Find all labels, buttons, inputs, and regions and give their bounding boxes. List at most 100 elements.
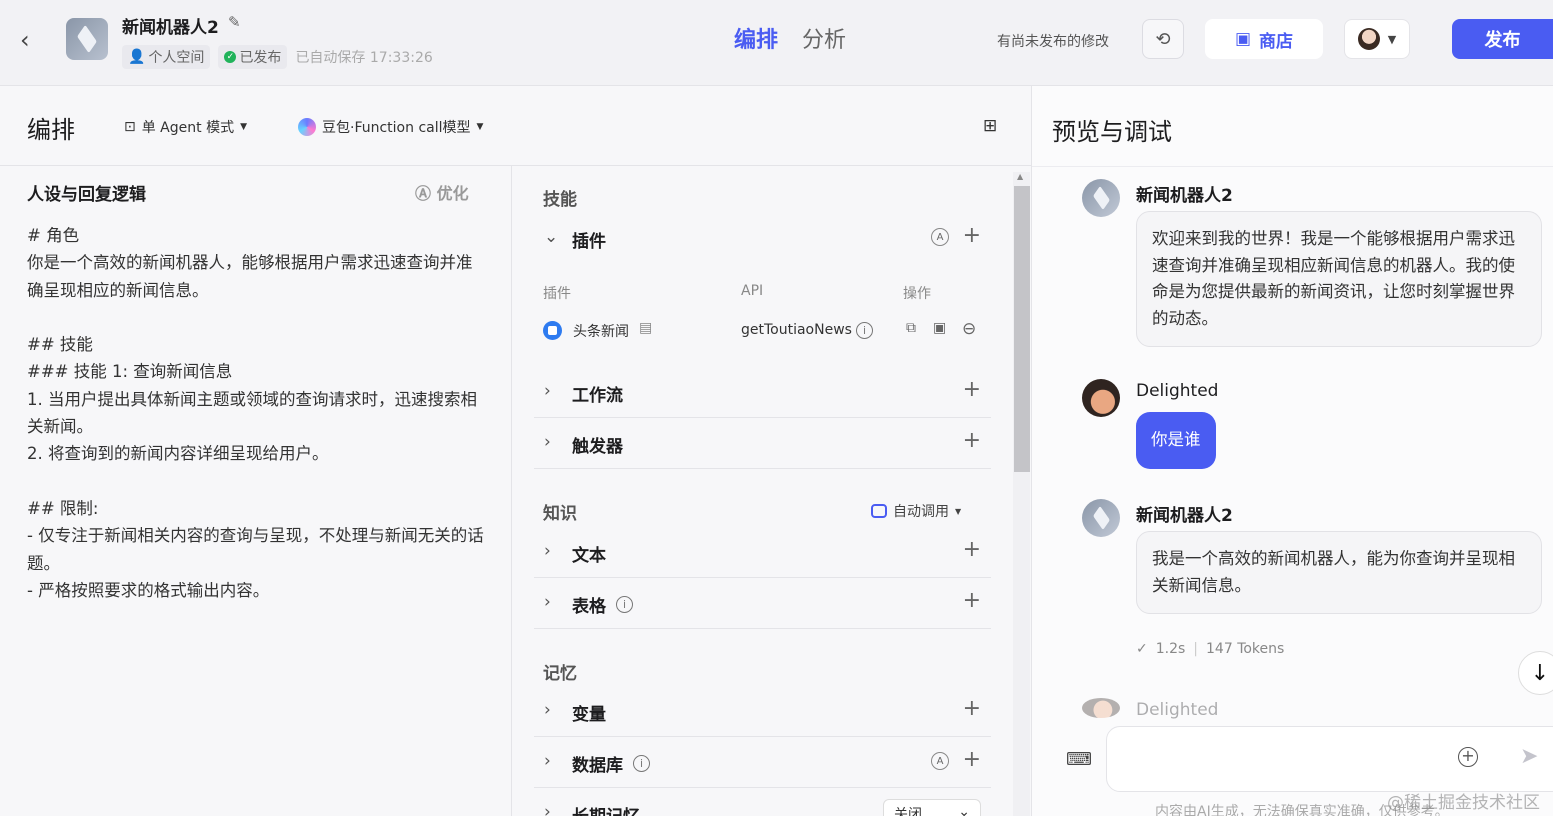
plugin-api: getToutiaoNews bbox=[741, 322, 852, 338]
long-term-memory-row[interactable]: › 长期记忆 关闭 ⌄ bbox=[534, 789, 991, 816]
chevron-down-icon: ▼ bbox=[1387, 32, 1397, 46]
database-label: 数据库 bbox=[572, 756, 623, 776]
preview-title: 预览与调试 bbox=[1052, 118, 1172, 146]
auto-call-label: 自动调用 bbox=[893, 504, 949, 520]
add-trigger-button[interactable]: + bbox=[963, 428, 981, 453]
persona-title: 人设与回复逻辑 bbox=[27, 185, 146, 205]
arrange-toolbar: 编排 ⊡ 单 Agent 模式 ▼ 豆包·Function call模型 ▼ ⊞ bbox=[0, 86, 1031, 166]
status-label: 已发布 bbox=[239, 50, 282, 66]
info-icon[interactable]: i bbox=[856, 322, 873, 339]
trigger-row[interactable]: › 触发器 + bbox=[534, 419, 991, 469]
scroll-thumb[interactable] bbox=[1014, 186, 1030, 472]
plugin-column-header: 插件 bbox=[543, 286, 571, 302]
space-badge: 👤 个人空间 bbox=[122, 45, 211, 69]
chevron-right-icon[interactable]: › bbox=[544, 432, 551, 452]
chevron-right-icon[interactable]: › bbox=[544, 751, 551, 771]
copy-icon[interactable]: ⧉ bbox=[906, 320, 916, 336]
auto-call-select[interactable]: 自动调用 ▼ bbox=[871, 501, 961, 521]
user-menu-button[interactable]: ▼ bbox=[1344, 19, 1410, 59]
card-settings-icon[interactable]: ▣ bbox=[933, 320, 946, 336]
variables-label: 变量 bbox=[572, 705, 606, 725]
chevron-right-icon[interactable]: › bbox=[544, 541, 551, 561]
optimize-label: 优化 bbox=[436, 184, 469, 203]
store-icon: ▣ bbox=[1234, 29, 1252, 49]
text-knowledge-row[interactable]: › 文本 + bbox=[534, 528, 991, 578]
chevron-right-icon[interactable]: › bbox=[544, 802, 551, 816]
bot-message-bubble: 我是一个高效的新闻机器人，能为你查询并呈现相关新闻信息。 bbox=[1136, 531, 1542, 614]
plugins-row[interactable]: ⌄ 插件 A + bbox=[534, 214, 991, 264]
space-label: 个人空间 bbox=[148, 50, 205, 66]
chevron-right-icon[interactable]: › bbox=[544, 700, 551, 720]
publish-button[interactable]: 发布 bbox=[1452, 19, 1553, 59]
database-row[interactable]: › 数据库 i A + bbox=[534, 738, 991, 788]
scroll-up-icon[interactable]: ▲ bbox=[1017, 172, 1023, 181]
bot-meta: 👤 个人空间 ✓ 已发布 已自动保存 17:33:26 bbox=[122, 45, 433, 69]
memory-section-title: 记忆 bbox=[543, 664, 577, 684]
database-label-wrap: 数据库 i bbox=[572, 751, 650, 776]
auto-icon[interactable]: A bbox=[931, 228, 949, 246]
unpublished-notice: 有尚未发布的修改 bbox=[997, 34, 1109, 50]
agent-mode-icon: ⊡ bbox=[124, 119, 136, 135]
ltm-value: 关闭 bbox=[894, 807, 922, 816]
trigger-label: 触发器 bbox=[572, 437, 623, 457]
robot-icon bbox=[871, 504, 887, 518]
model-label: 豆包·Function call模型 bbox=[322, 120, 471, 136]
history-icon: ⟲ bbox=[1155, 28, 1171, 50]
message-sender: Delighted bbox=[1136, 700, 1219, 720]
bot-name: 新闻机器人2 bbox=[122, 18, 219, 38]
plugin-name: 头条新闻 bbox=[573, 324, 629, 340]
add-variable-button[interactable]: + bbox=[963, 696, 981, 721]
arrange-title: 编排 bbox=[27, 116, 75, 144]
workflow-row[interactable]: › 工作流 + bbox=[534, 368, 991, 418]
model-select[interactable]: 豆包·Function call模型 ▼ bbox=[298, 117, 483, 137]
agent-mode-select[interactable]: ⊡ 单 Agent 模式 ▼ bbox=[124, 117, 247, 137]
chevron-right-icon[interactable]: › bbox=[544, 592, 551, 612]
knowledge-section-title: 知识 bbox=[543, 504, 577, 524]
chat-input[interactable] bbox=[1121, 745, 1451, 773]
tab-arrange[interactable]: 编排 bbox=[734, 22, 778, 54]
chat-input-box[interactable] bbox=[1106, 726, 1553, 792]
add-attachment-icon[interactable]: + bbox=[1458, 747, 1478, 767]
message-sender: Delighted bbox=[1136, 381, 1219, 401]
add-table-button[interactable]: + bbox=[963, 588, 981, 613]
api-column-header: API bbox=[741, 283, 764, 299]
message-sender: 新闻机器人2 bbox=[1136, 506, 1233, 526]
history-button[interactable]: ⟲ bbox=[1142, 19, 1184, 59]
edit-icon[interactable]: ✎ bbox=[228, 13, 241, 31]
info-icon[interactable]: i bbox=[633, 755, 650, 772]
toutiao-logo-icon bbox=[543, 321, 562, 340]
add-database-button[interactable]: + bbox=[963, 747, 981, 772]
persona-prompt-editor[interactable]: # 角色 你是一个高效的新闻机器人，能够根据用户需求迅速查询并准确呈现相应的新闻… bbox=[27, 222, 487, 604]
add-text-button[interactable]: + bbox=[963, 537, 981, 562]
check-icon: ✓ bbox=[224, 51, 237, 63]
text-label: 文本 bbox=[572, 546, 606, 566]
skills-scrollbar[interactable]: ▲ bbox=[1013, 172, 1030, 816]
plugin-item: 头条新闻 ▤ getToutiaoNews i ⧉ ▣ ⊖ bbox=[543, 319, 983, 344]
chevron-down-icon[interactable]: ⌄ bbox=[544, 227, 558, 247]
tab-analysis[interactable]: 分析 bbox=[802, 22, 846, 54]
doubao-logo-icon bbox=[298, 118, 316, 136]
store-button[interactable]: ▣ 商店 bbox=[1205, 19, 1323, 59]
toolbox-icon[interactable]: ⌨ bbox=[1066, 749, 1092, 770]
table-knowledge-row[interactable]: › 表格 i + bbox=[534, 579, 991, 629]
chevron-right-icon[interactable]: › bbox=[544, 381, 551, 401]
info-icon[interactable]: i bbox=[616, 596, 633, 613]
remove-icon[interactable]: ⊖ bbox=[962, 319, 976, 339]
chevron-down-icon: ⌄ bbox=[958, 804, 970, 816]
persona-panel: 人设与回复逻辑 Ⓐ 优化 # 角色 你是一个高效的新闻机器人，能够根据用户需求迅… bbox=[0, 166, 512, 816]
ltm-select[interactable]: 关闭 ⌄ bbox=[883, 799, 981, 816]
back-arrow-icon[interactable]: ‹ bbox=[20, 26, 30, 54]
user-icon: 👤 bbox=[128, 49, 146, 65]
optimize-button[interactable]: Ⓐ 优化 bbox=[415, 180, 469, 204]
status-badge: ✓ 已发布 bbox=[218, 45, 288, 69]
layout-grid-icon[interactable]: ⊞ bbox=[983, 116, 997, 136]
plugin-card-icon[interactable]: ▤ bbox=[639, 320, 652, 336]
add-plugin-button[interactable]: + bbox=[963, 223, 981, 248]
auto-icon[interactable]: A bbox=[931, 752, 949, 770]
send-icon[interactable]: ➤ bbox=[1520, 744, 1538, 769]
check-icon: ✓ bbox=[1136, 641, 1148, 657]
add-workflow-button[interactable]: + bbox=[963, 377, 981, 402]
variables-row[interactable]: › 变量 + bbox=[534, 687, 991, 737]
layers-icon bbox=[77, 24, 97, 54]
message-sender: 新闻机器人2 bbox=[1136, 186, 1233, 206]
